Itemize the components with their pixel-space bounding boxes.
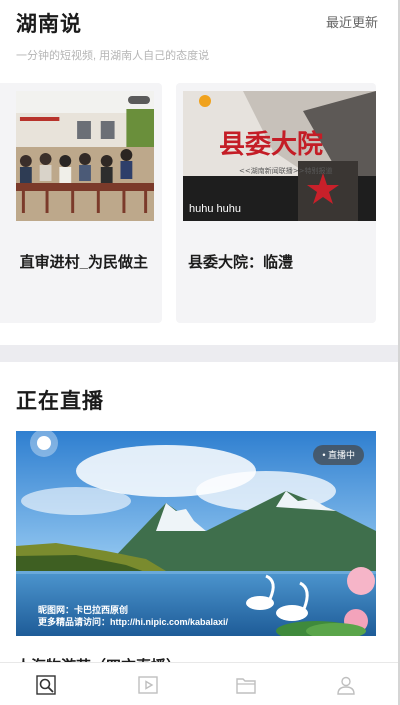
recent-updates-link[interactable]: 最近更新 xyxy=(326,12,378,31)
tab-video[interactable] xyxy=(136,673,160,697)
discover-search-icon xyxy=(36,675,56,695)
video-thumbnail[interactable] xyxy=(16,91,154,221)
video-card[interactable]: 县委大院 <<湖南新闻联播>>特别报道 huhu huhu 县委大院：临澧 xyxy=(176,83,376,323)
video-card[interactable]: 直审进村_为民做主 xyxy=(0,83,162,323)
tab-profile[interactable] xyxy=(334,673,358,697)
video-card-title[interactable]: 直审进村_为民做主 xyxy=(20,251,148,272)
bottom-tab-bar xyxy=(0,662,400,705)
tab-library[interactable] xyxy=(234,673,258,697)
video-card-title[interactable]: 县委大院：临澧 xyxy=(188,251,293,272)
video-card-carousel[interactable]: 直审进村_为民做主 县委大院 <<湖南新闻联播>>特别报道 huhu huhu … xyxy=(0,83,400,325)
section-subtitle: 一分钟的短视频, 用湖南人自己的态度说 xyxy=(16,50,210,62)
section-title-live: 正在直播 xyxy=(16,390,104,413)
watermark-line: 更多精品请访问：http://hi.nipic.com/kabalaxi/ xyxy=(38,617,229,627)
tab-discover[interactable] xyxy=(34,673,58,697)
thumbnail-caption: huhu huhu xyxy=(189,203,241,215)
video-play-icon xyxy=(138,676,158,694)
user-icon xyxy=(337,676,355,695)
video-thumbnail[interactable]: 县委大院 <<湖南新闻联播>>特别报道 huhu huhu xyxy=(183,91,376,221)
section-divider xyxy=(0,345,400,362)
live-stream-banner[interactable]: • 直播中 昵图网：卡巴拉西原创 更多精品请访问：http://hi.nipic… xyxy=(16,431,376,636)
live-status-badge: • 直播中 xyxy=(313,445,364,465)
duration-badge xyxy=(128,96,150,104)
poster-subline: <<湖南新闻联播>>特别报道 xyxy=(239,166,332,175)
section-title-hunan: 湖南说 xyxy=(16,13,82,36)
folder-icon xyxy=(236,678,256,694)
poster-headline: 县委大院 xyxy=(219,129,323,160)
